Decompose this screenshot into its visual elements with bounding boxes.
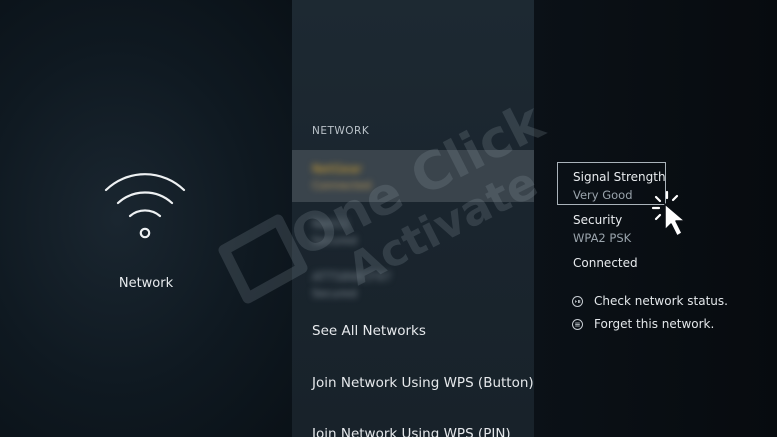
network-name: NetG1 (312, 217, 350, 231)
action-label: Check network status. (594, 294, 728, 308)
forget-network-action[interactable]: Forget this network. (572, 316, 714, 332)
network-status: Secured (312, 234, 357, 247)
security-label: Security (573, 213, 623, 227)
menu-icon (572, 318, 583, 330)
network-item[interactable]: ATT58WCF97 Secured (292, 258, 534, 310)
action-label: Forget this network. (594, 317, 715, 331)
network-status: Connected (312, 179, 372, 192)
network-name: NetGear (312, 162, 363, 176)
click-cursor-icon (651, 190, 686, 237)
network-section-header: NETWORK (312, 125, 370, 137)
connection-status: Connected (573, 256, 638, 270)
network-item[interactable]: NetG1 Secured (292, 205, 534, 257)
check-status-action[interactable]: Check network status. (572, 293, 728, 309)
wps-button-item[interactable]: Join Network Using WPS (Button) (312, 375, 534, 391)
signal-strength-label: Signal Strength (573, 170, 666, 184)
network-list-pane: NETWORK NetGear Connected NetG1 Secured … (292, 0, 534, 437)
wps-pin-item[interactable]: Join Network Using WPS (PIN) (312, 426, 511, 437)
category-pane: Network (0, 0, 292, 437)
network-name: ATT58WCF97 (312, 270, 392, 284)
play-pause-icon (572, 295, 583, 307)
category-label: Network (118, 276, 174, 291)
wifi-icon (104, 173, 186, 239)
see-all-networks-item[interactable]: See All Networks (312, 323, 426, 339)
signal-strength-value: Very Good (573, 188, 633, 202)
network-status: Secured (312, 287, 357, 300)
network-item-selected[interactable]: NetGear Connected (292, 150, 534, 202)
security-value: WPA2 PSK (573, 231, 632, 245)
